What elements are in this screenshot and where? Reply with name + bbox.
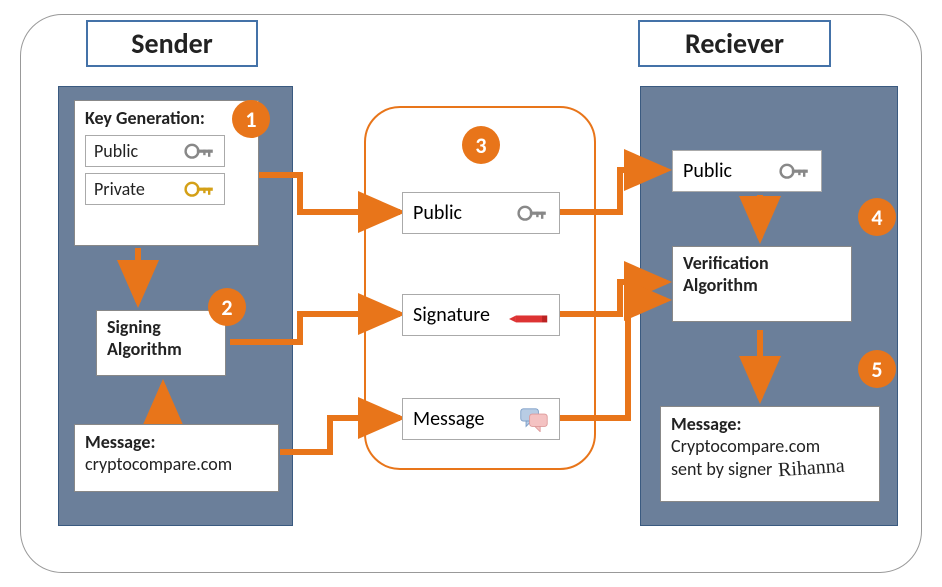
signing-algo-text: Signing Algorithm [107,316,182,360]
sender-msg-value: cryptocompare.com [85,453,268,475]
step-3-num: 3 [475,132,486,159]
keygen-heading: Key Generation: [85,107,248,129]
handwritten-signature-icon: Rihanna [778,455,846,483]
private-key-row: Private [85,173,225,205]
step-4-num: 4 [871,204,882,231]
transit-message-box: Message [402,398,560,440]
transit-public-label: Public [413,201,462,225]
signing-algo-box: Signing Algorithm [96,310,226,376]
receiver-title-text: Reciever [685,26,784,61]
key-icon [184,140,216,162]
pencil-icon [509,308,549,322]
sender-title: Sender [86,20,258,67]
transit-message-label: Message [413,407,484,431]
step-badge-5: 5 [858,350,896,388]
recv-msg-line1: Cryptocompare.com [671,435,869,457]
verification-algo-box: Verification Algorithm [672,246,852,322]
step-1-num: 1 [245,106,256,133]
public-key-row: Public [85,135,225,167]
sender-title-text: Sender [131,26,212,61]
sender-msg-heading: Message: [85,431,155,453]
receiver-public-label: Public [683,159,732,183]
private-key-label: Private [94,178,145,200]
receiver-message-box: Message: Cryptocompare.com sent by signe… [660,406,880,502]
receiver-public-box: Public [672,150,822,192]
recv-msg-line2: sent by signer [671,458,772,480]
transit-signature-box: Signature [402,294,560,336]
gold-key-icon [184,178,216,200]
recv-msg-heading: Message: [671,413,869,435]
receiver-title: Reciever [638,20,831,67]
transit-public-box: Public [402,192,560,234]
public-key-label: Public [94,140,138,162]
step-2-num: 2 [221,294,232,321]
step-5-num: 5 [871,356,882,383]
step-badge-4: 4 [858,198,896,236]
key-icon [779,160,811,182]
step-badge-2: 2 [208,288,246,326]
transit-signature-label: Signature [413,303,490,327]
message-icon [519,407,549,431]
key-icon [517,202,549,224]
step-badge-3: 3 [462,126,500,164]
sender-message-box: Message: cryptocompare.com [74,424,279,492]
step-badge-1: 1 [232,100,270,138]
verification-algo-text: Verification Algorithm [683,252,769,296]
